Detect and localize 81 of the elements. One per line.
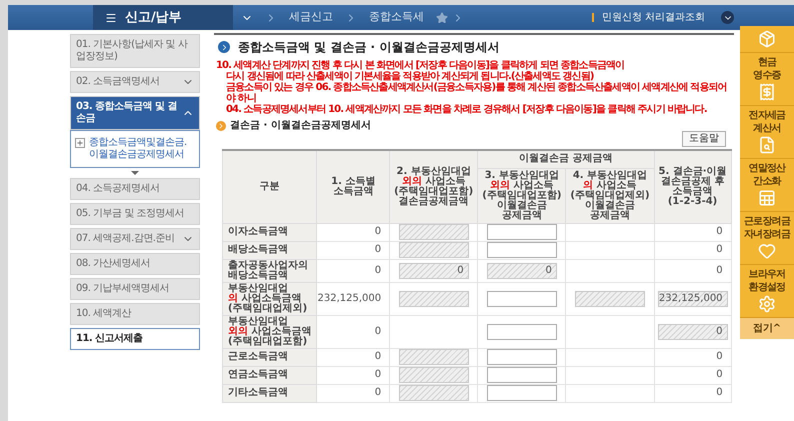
nav-item[interactable]: 04. 소득공제명세서 bbox=[70, 178, 200, 200]
star-icon[interactable] bbox=[436, 12, 448, 24]
heart-icon bbox=[758, 242, 776, 260]
menu-icon bbox=[105, 12, 117, 24]
receipt-icon bbox=[758, 83, 776, 101]
submenu-item[interactable]: 종합소득금액및결손금.이월결손금공제명세서 bbox=[89, 137, 195, 161]
input-field[interactable] bbox=[486, 224, 557, 240]
amount-text: 0 bbox=[715, 388, 724, 398]
breadcrumb-link[interactable]: 종합소득세 bbox=[357, 9, 436, 26]
disabled-field: 0 bbox=[658, 324, 728, 340]
breadcrumb-link[interactable]: 세금신고 bbox=[277, 9, 345, 26]
input-field[interactable] bbox=[486, 367, 557, 383]
amount-text: 0 bbox=[715, 370, 724, 380]
amount-text: 0 bbox=[715, 245, 724, 255]
nav-item[interactable]: 08. 가산세명세서 bbox=[70, 253, 200, 275]
group-header-cell: 이월결손금 공제금액 bbox=[478, 150, 654, 168]
amount-text: 0 bbox=[715, 352, 724, 362]
quick-menu-item[interactable]: 현금 영수증 bbox=[740, 53, 794, 106]
disabled-field bbox=[574, 290, 645, 306]
sheet-icon bbox=[758, 189, 776, 207]
complaint-result-link[interactable]: 민원신청 처리결과조회 bbox=[602, 10, 705, 25]
row-label-cell: 부동산임대업 의 사업소득금액 (주택임대업제외) bbox=[222, 282, 317, 315]
input-field[interactable] bbox=[486, 242, 557, 258]
quick-menu-item[interactable]: 연말정산 간소화 bbox=[740, 159, 794, 212]
nav-item[interactable]: 10. 세액계산 bbox=[70, 303, 200, 325]
marker-icon bbox=[592, 13, 594, 22]
nav-item[interactable]: 03. 종합소득금액 및 결손금 bbox=[70, 96, 200, 130]
amount-text: 0 bbox=[374, 388, 382, 398]
amount-text: 0 bbox=[715, 227, 724, 237]
subsection-title: 결손금 · 이월결손금공제명세서 bbox=[230, 119, 371, 133]
input-field[interactable] bbox=[486, 349, 557, 365]
section-title: 종합소득금액 및 결손금 · 이월결손금공제명세서 bbox=[238, 39, 500, 56]
menu-title[interactable]: 신고/납부 bbox=[93, 5, 233, 30]
header-cell: 1. 소득별 소득금액 bbox=[316, 150, 390, 223]
header-cell: 4. 부동산임대업 의 사업소득 (주택임대업제외) 이월결손금 공제금액 bbox=[566, 168, 654, 223]
header-cell: 3. 부동산임대업 외의 사업소득 (주택임대업포함) 이월결손금 공제금액 bbox=[478, 168, 566, 223]
row-label-cell: 연금소득금액 bbox=[222, 366, 317, 384]
nav-item[interactable]: 05. 기부금 및 조정명세서 bbox=[70, 203, 200, 225]
row-label-cell: 출자공동사업자의 배당소득금액 bbox=[222, 259, 317, 282]
header-cell: 구분 bbox=[222, 150, 317, 223]
amount-text: 0 bbox=[374, 245, 382, 255]
row-label-cell: 이자소득금액 bbox=[222, 223, 317, 241]
disabled-field bbox=[398, 349, 469, 365]
quick-menu-item[interactable] bbox=[740, 26, 794, 53]
amount-text: 0 bbox=[374, 266, 382, 276]
amount-text: 0 bbox=[374, 326, 382, 336]
nav-item[interactable]: 09. 기납부세액명세서 bbox=[70, 278, 200, 300]
amount-text: 232,125,000 bbox=[317, 294, 382, 304]
help-button[interactable]: 도움말 bbox=[682, 131, 726, 147]
collapse-button[interactable]: 접기^ bbox=[740, 318, 794, 339]
quick-menu-item[interactable]: 브라우저 환경설정 bbox=[740, 265, 794, 318]
notice-text: 10. 세액계산 단계까지 진행 후 다시 본 화면에서 [저장후 다음이동]을 클릭하게 되면 종합소득금액이 다시 갱신됨에 따라 산출세액이 기본세율을 적용받아 계산되게 됩니다.(산출세액도 갱신됨) 금융소득이 있는 경우 06. 종합소득산출세액계산서(금융소득자용)를 통해 계산된 종합소득산출세액이 세액계산에 적용되어야 하니 04. 소득공제명세서부터 10. 세액계산까지 모든 화면을 차례로 경유해서 [저장후 다음이동]을 클릭해 주시기 바랍니다. bbox=[216, 60, 728, 115]
disabled-field: 232,125,000 bbox=[658, 290, 728, 306]
nav-item[interactable]: 02. 소득금액명세서 bbox=[70, 71, 200, 93]
disabled-field bbox=[398, 224, 469, 240]
disabled-field bbox=[398, 385, 469, 401]
input-field[interactable] bbox=[486, 385, 557, 401]
input-field[interactable] bbox=[486, 290, 557, 306]
row-label-cell: 기타소득금액 bbox=[222, 384, 317, 402]
disabled-field bbox=[398, 290, 469, 306]
amount-text: 0 bbox=[715, 266, 724, 276]
box-icon bbox=[758, 30, 776, 48]
disabled-field: 0 bbox=[486, 262, 557, 278]
disabled-field bbox=[398, 242, 469, 258]
row-label-cell: 근로소득금액 bbox=[222, 348, 317, 366]
document-search-icon bbox=[758, 136, 776, 154]
nav-item[interactable]: 11. 신고서제출 bbox=[70, 328, 200, 350]
settings-icon bbox=[758, 295, 776, 313]
plus-icon[interactable] bbox=[75, 138, 85, 148]
disabled-field: 0 bbox=[398, 262, 469, 278]
disabled-field bbox=[398, 367, 469, 383]
input-field[interactable] bbox=[486, 324, 557, 340]
nav-item[interactable]: 01. 기본사항(납세자 및 사업장정보) bbox=[70, 34, 200, 68]
row-label-cell: 배당소득금액 bbox=[222, 241, 317, 259]
amount-text: 0 bbox=[374, 370, 382, 380]
amount-text: 0 bbox=[374, 227, 382, 237]
amount-text: 0 bbox=[374, 352, 382, 362]
nav-item[interactable]: 07. 세액공제.감면.준비 bbox=[70, 228, 200, 250]
quick-menu-item[interactable]: 근로장려금 자녀장려금 bbox=[740, 212, 794, 265]
quick-menu-item[interactable]: 전자세금 계산서 bbox=[740, 106, 794, 159]
row-label-cell: 부동산임대업 외의 사업소득금액 (주택임대업포함) bbox=[222, 315, 317, 348]
